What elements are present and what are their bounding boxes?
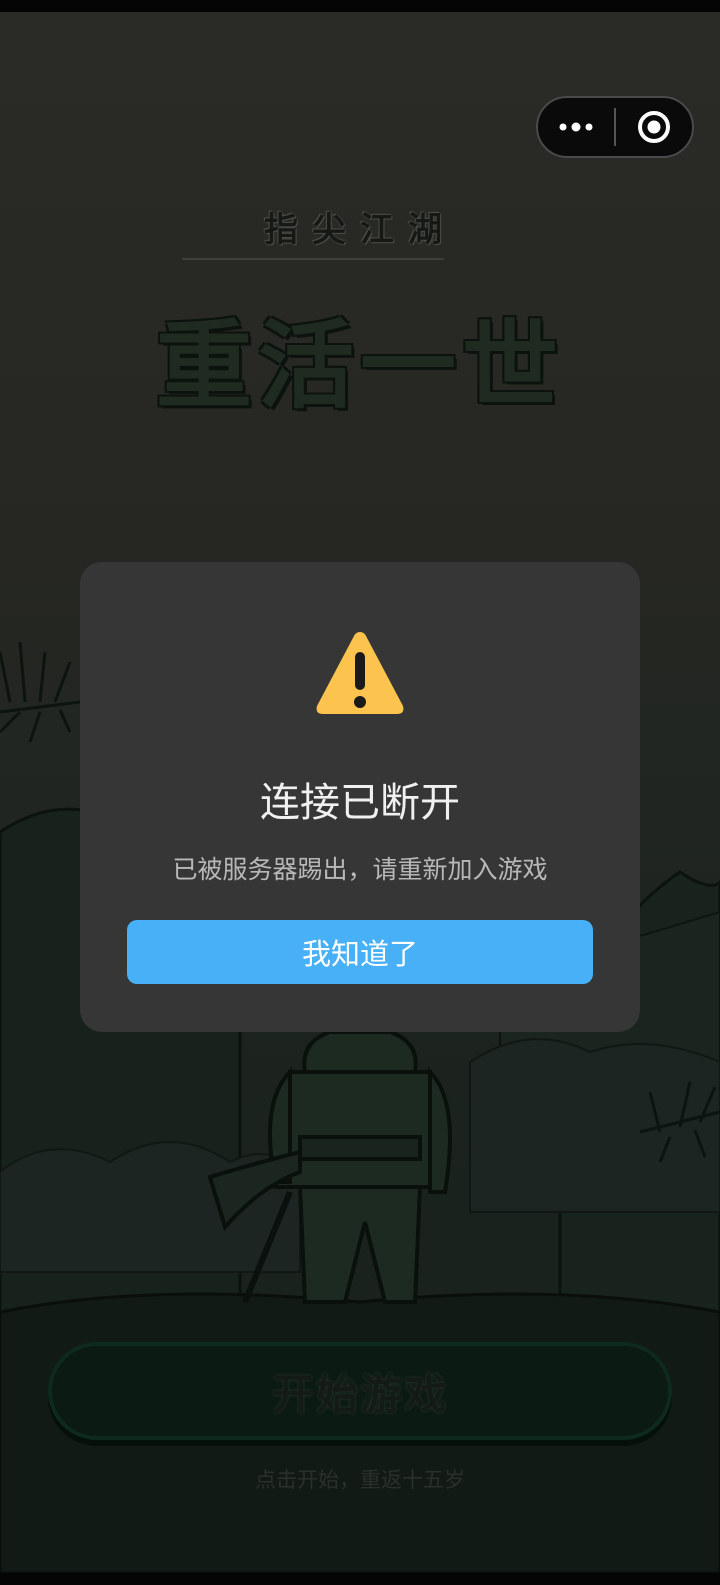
start-hint: 点击开始，重返十五岁: [255, 1468, 465, 1492]
start-game-button[interactable]: 开始游戏: [48, 1342, 672, 1440]
subtitle-divider: [182, 258, 444, 260]
miniprogram-capsule: [536, 96, 694, 158]
more-dots-icon[interactable]: [538, 98, 614, 156]
disconnect-dialog: 连接已断开 已被服务器踢出，请重新加入游戏 我知道了: [80, 562, 640, 1032]
target-circle-icon[interactable]: [616, 98, 692, 156]
status-bar: [0, 0, 720, 12]
game-subtitle: 指尖江湖: [264, 210, 456, 250]
game-screen: 指尖江湖 重活一世 开始游戏 点击开始，重返十五岁 连接已断开 已被服务器踢出，…: [0, 12, 720, 1573]
start-game-label: 开始游戏: [271, 1369, 448, 1419]
confirm-button[interactable]: 我知道了: [127, 920, 593, 984]
dialog-message: 已被服务器踢出，请重新加入游戏: [172, 855, 548, 884]
pine-branch-left: [0, 641, 81, 743]
dialog-title: 连接已断开: [260, 780, 460, 826]
navigation-bar: [0, 1573, 720, 1585]
warning-triangle-icon: [316, 632, 404, 714]
game-title: 重活一世: [156, 309, 564, 422]
